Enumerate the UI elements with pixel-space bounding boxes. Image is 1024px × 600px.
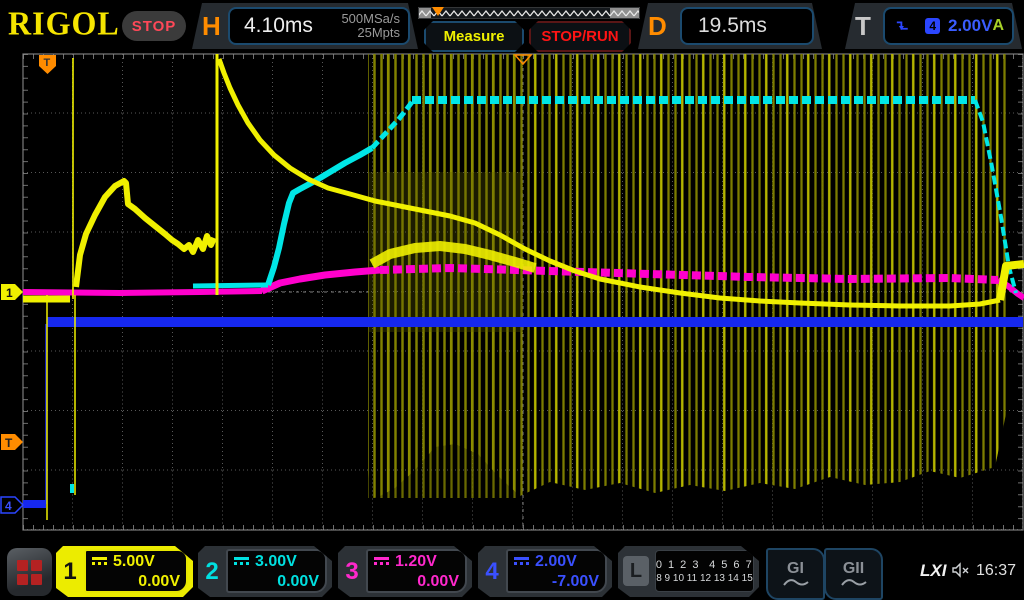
ch2-scale: 3.00V: [255, 552, 297, 572]
sample-rate-depth: 500MSa/s 25Mpts: [341, 12, 400, 40]
svg-text:1: 1: [6, 286, 13, 300]
waveform-position-bar[interactable]: [418, 7, 640, 19]
horizontal-timebase-block[interactable]: H 4.10ms 500MSa/s 25Mpts: [192, 3, 418, 49]
trigger-block[interactable]: T 4 2.00V A: [845, 3, 1022, 49]
h-label: H: [202, 11, 221, 42]
ch3-trace-flat: [23, 291, 262, 293]
ch3-offset: 0.00V: [374, 572, 459, 592]
timebase-inner-box: 4.10ms 500MSa/s 25Mpts: [228, 7, 410, 45]
generator-1-button[interactable]: GI: [766, 548, 825, 600]
trigger-source-badge: 4: [925, 18, 940, 34]
generator-1-label: GI: [787, 561, 804, 576]
rigol-logo: RIGOL: [8, 4, 120, 43]
ch4-position-marker[interactable]: 4: [1, 497, 23, 513]
timebase-value: 4.10ms: [244, 14, 313, 38]
sample-rate: 500MSa/s: [341, 11, 400, 26]
delay-inner-box: 19.5ms: [680, 7, 814, 45]
generator-2-label: GII: [843, 561, 864, 576]
sine-wave-icon: [841, 576, 867, 588]
channel-3-box: 1.20V 0.00V: [366, 549, 467, 593]
svg-text:T: T: [44, 57, 51, 69]
svg-text:4: 4: [5, 499, 12, 513]
ch1-position-marker[interactable]: 1: [1, 284, 23, 300]
ch3-dc-coupling-icon: [374, 557, 389, 568]
channel-4-box: 2.00V -7.00V: [506, 549, 607, 593]
ch2-trace-flat: [193, 285, 268, 286]
d-label: D: [648, 11, 667, 42]
sound-muted-icon[interactable]: [951, 561, 971, 579]
channel-2-number: 2: [198, 546, 226, 597]
channel-1-number: 1: [56, 546, 84, 597]
channel-2-tag[interactable]: 2 3.00V 0.00V: [198, 546, 332, 597]
ch1-offset: 0.00V: [92, 572, 180, 592]
ch3-scale: 1.20V: [395, 552, 437, 572]
measure-button[interactable]: Measure: [424, 21, 524, 52]
logic-label: L: [623, 556, 649, 586]
oscilloscope-screen: RIGOL STOP H 4.10ms 500MSa/s 25Mpts: [0, 0, 1024, 600]
system-time: 16:37: [976, 562, 1016, 580]
acquisition-status-badge: STOP: [122, 11, 186, 41]
ch4-dc-coupling-icon: [514, 557, 529, 568]
trigger-mode: A: [992, 17, 1004, 35]
trigger-level-marker[interactable]: T: [1, 434, 23, 450]
waveform-display-area[interactable]: 1 T 4 T: [0, 52, 1024, 545]
channel-4-tag[interactable]: 4 2.00V -7.00V: [478, 546, 612, 597]
trigger-slope-icon: [895, 18, 911, 34]
logic-channels-row2: 8 9 10 11 12 13 14 15: [656, 572, 753, 585]
sine-wave-icon: [783, 576, 809, 588]
menu-grid-icon: [17, 560, 42, 585]
logic-channels-row1: 0 1 2 3 4 5 6 7: [656, 558, 753, 572]
channel-4-number: 4: [478, 546, 506, 597]
t-label: T: [855, 11, 871, 42]
ch2-dc-coupling-icon: [234, 557, 249, 568]
ch4-offset: -7.00V: [514, 572, 599, 592]
ch2-offset: 0.00V: [234, 572, 319, 592]
stop-run-button[interactable]: STOP/RUN: [529, 21, 631, 52]
channel-3-tag[interactable]: 3 1.20V 0.00V: [338, 546, 472, 597]
bottom-bar: 1 5.00V 0.00V 2 3.00V 0.00V 3 1.20V 0.00…: [0, 545, 1024, 600]
svg-text:T: T: [5, 436, 13, 450]
ch1-scale: 5.00V: [113, 552, 155, 572]
channel-1-box: 5.00V 0.00V: [84, 549, 188, 593]
menu-button[interactable]: [7, 548, 52, 596]
ch1-dc-coupling-icon: [92, 557, 107, 568]
delay-value: 19.5ms: [698, 14, 767, 38]
trigger-level-value: 2.00V: [948, 16, 992, 36]
logic-channels-box: 0 1 2 3 4 5 6 7 8 9 10 11 12 13 14 15: [655, 550, 754, 592]
delay-block[interactable]: D 19.5ms: [638, 3, 822, 49]
top-bar: RIGOL STOP H 4.10ms 500MSa/s 25Mpts: [0, 0, 1024, 52]
generator-2-button[interactable]: GII: [824, 548, 883, 600]
channel-1-tag[interactable]: 1 5.00V 0.00V: [56, 546, 193, 597]
ch4-scale: 2.00V: [535, 552, 577, 572]
memory-depth: 25Mpts: [357, 25, 400, 40]
channel-3-number: 3: [338, 546, 366, 597]
position-bar-waveform-pattern: [419, 8, 639, 18]
channel-2-box: 3.00V 0.00V: [226, 549, 327, 593]
logic-analyzer-tag[interactable]: L 0 1 2 3 4 5 6 7 8 9 10 11 12 13 14 15: [618, 546, 759, 597]
trigger-inner-box: 4 2.00V A: [883, 7, 1014, 45]
lxi-status: LXI: [920, 561, 946, 581]
